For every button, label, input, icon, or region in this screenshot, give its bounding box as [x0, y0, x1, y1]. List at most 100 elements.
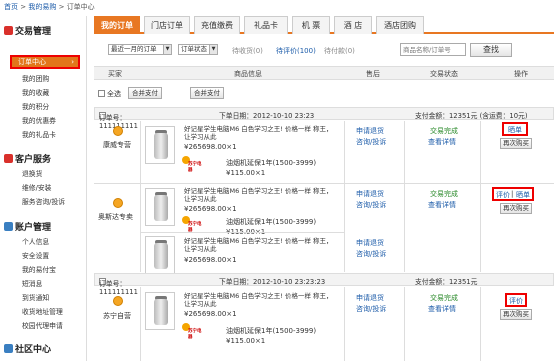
order-date: 下单日期：2012-10-10 23:23:23 — [219, 278, 326, 286]
breadcrumb-current: 订单中心 — [66, 3, 95, 11]
breadcrumb-home-link[interactable]: 首页 — [4, 3, 18, 11]
breadcrumb: 首页 > 我的易购 > 订单中心 — [4, 2, 95, 12]
sidebar-item-wallet[interactable]: 我的易付宝 — [22, 264, 56, 274]
order-header-row: 订单号：111111111 下单日期：2012-10-10 23:23 支付金额… — [94, 107, 554, 130]
service-icon — [4, 154, 13, 163]
gift-price: ¥115.00×1 — [226, 169, 266, 177]
tab-recharge[interactable]: 充值缴费 — [194, 16, 240, 34]
tab-hotels[interactable]: 酒 店 — [334, 16, 372, 34]
section-title: 客户服务 — [15, 155, 52, 165]
brand-logo: 苏宁电器 — [182, 323, 204, 340]
product-title-link[interactable]: 好记星学生电脑M6 白色学习之王! 价格一样 称王，让学习从此 — [184, 187, 339, 203]
sidebar-item-order-center[interactable]: 订单中心 › — [10, 55, 80, 69]
view-details-link[interactable]: 查看详情 — [428, 137, 456, 147]
sidebar-item-complaints[interactable]: 服务咨询/投诉 — [22, 196, 65, 206]
sidebar-item-giftcards[interactable]: 我的礼品卡 — [22, 129, 56, 139]
seller-name[interactable]: 奥斯达专卖 — [98, 212, 133, 222]
tab-hotel-groupbuy[interactable]: 酒店团购 — [376, 16, 424, 34]
apply-return-link[interactable]: 申请退货 — [356, 126, 384, 136]
sidebar-item-points[interactable]: 我的积分 — [22, 101, 49, 111]
product-title-link[interactable]: 好记星学生电脑M6 白色学习之王! 价格一样 称王，让学习从此 — [184, 292, 339, 308]
sidebar-section-account[interactable]: 账户管理 — [4, 220, 51, 233]
complaint-link[interactable]: 咨询/投诉 — [356, 200, 386, 210]
gift-title[interactable]: 油烟机延保1年(1500-3999) — [226, 326, 316, 336]
merge-pay-button[interactable]: 合并支付 — [128, 87, 162, 99]
tab-gift-card[interactable]: 礼品卡 — [244, 16, 288, 34]
merge-pay-button[interactable]: 合并支付 — [190, 87, 224, 99]
time-range-select[interactable]: 最近一月的订单 ▼ — [108, 44, 172, 55]
sidebar-item-groupbuy[interactable]: 我的团购 — [22, 73, 49, 83]
sidebar-item-returns[interactable]: 退换货 — [22, 168, 42, 178]
complaint-link[interactable]: 咨询/投诉 — [356, 304, 386, 314]
product-thumbnail[interactable] — [145, 126, 175, 164]
sidebar-item-address[interactable]: 收货地址管理 — [22, 306, 63, 316]
account-icon — [4, 222, 13, 231]
sidebar-item-label: 订单中心 — [18, 58, 46, 66]
view-details-link[interactable]: 查看详情 — [428, 200, 456, 210]
product-thumbnail[interactable] — [145, 188, 175, 226]
breadcrumb-my-link[interactable]: 我的易购 — [28, 3, 56, 11]
product-thumbnail[interactable] — [145, 236, 175, 274]
apply-return-link[interactable]: 申请退货 — [356, 293, 384, 303]
sidebar-section-transaction[interactable]: 交易管理 — [4, 24, 51, 37]
seller-name[interactable]: 苏宁自营 — [103, 311, 131, 321]
seller-name[interactable]: 康威专营 — [103, 140, 131, 150]
apply-return-link[interactable]: 申请退货 — [356, 238, 384, 248]
order-number: 订单号：111111111 — [99, 280, 138, 296]
search-button[interactable]: 查找 — [470, 43, 512, 57]
order-amount: 支付金额：12351元 — [415, 278, 478, 286]
sidebar-section-community[interactable]: 社区中心 — [4, 342, 51, 355]
review-link[interactable]: 评价 — [496, 190, 510, 200]
gift-title[interactable]: 油烟机延保1年(1500-3999) — [226, 158, 316, 168]
sidebar-item-arrival-notice[interactable]: 到货通知 — [22, 292, 49, 302]
order-date: 下单日期：2012-10-10 23:23 — [219, 112, 315, 120]
order-amount: 支付金额：12351元 (含运费：10元) — [415, 112, 528, 120]
sidebar-item-messages[interactable]: 短消息 — [22, 278, 42, 288]
order-status: 交易完成 — [430, 127, 458, 135]
complaint-link[interactable]: 咨询/投诉 — [356, 137, 386, 147]
sidebar-item-repair[interactable]: 维修/安装 — [22, 182, 51, 192]
buy-again-button[interactable]: 再次购买 — [500, 309, 532, 320]
product-thumbnail[interactable] — [145, 292, 175, 330]
table-header: 买家 商品信息 售后 交易状态 操作 — [94, 66, 554, 80]
tab-bar: 我的订单 门店订单 充值缴费 礼品卡 机 票 酒 店 酒店团购 — [94, 16, 554, 34]
filter-pending-review[interactable]: 待评价(100) — [276, 46, 316, 56]
select-all-checkbox[interactable]: 全选 — [98, 89, 121, 99]
product-price: ¥265698.00×1 — [184, 143, 237, 151]
product-title-link[interactable]: 好记星学生电脑M6 白色学习之王! 价格一样 称王，让学习从此 — [184, 237, 339, 253]
buy-again-button[interactable]: 再次购买 — [500, 138, 532, 149]
product-title-link[interactable]: 好记星学生电脑M6 白色学习之王! 价格一样 称王，让学习从此 — [184, 125, 339, 141]
tab-my-orders[interactable]: 我的订单 — [94, 16, 140, 34]
column-header: 交易状态 — [430, 70, 458, 78]
gift-title[interactable]: 油烟机延保1年(1500-3999) — [226, 217, 316, 227]
product-price: ¥265698.00×1 — [184, 256, 237, 264]
sidebar-item-coupons[interactable]: 我的优惠券 — [22, 115, 56, 125]
chevron-right-icon: › — [71, 58, 74, 66]
gift-price: ¥115.00×1 — [226, 337, 266, 345]
breadcrumb-separator: > — [58, 3, 65, 11]
sidebar-section-service[interactable]: 客户服务 — [4, 152, 51, 165]
checkbox[interactable] — [98, 90, 105, 97]
sidebar-item-security[interactable]: 安全设置 — [22, 250, 49, 260]
share-order-link[interactable]: 晒单 — [508, 125, 522, 135]
sidebar: 交易管理 订单中心 › 我的团购 我的收藏 我的积分 我的优惠券 我的礼品卡 客户… — [0, 16, 87, 361]
search-input[interactable] — [400, 43, 466, 56]
filter-pending-receipt[interactable]: 待收货(0) — [232, 46, 263, 56]
action-separator: | — [511, 190, 514, 198]
sidebar-item-campus-agent[interactable]: 校园代理申请 — [22, 320, 63, 330]
review-link[interactable]: 评价 — [509, 296, 523, 306]
view-details-link[interactable]: 查看详情 — [428, 304, 456, 314]
seller-avatar-icon — [113, 296, 123, 306]
section-title: 账户管理 — [15, 223, 52, 233]
buy-again-button[interactable]: 再次购买 — [500, 203, 532, 214]
tab-flights[interactable]: 机 票 — [292, 16, 330, 34]
share-order-link[interactable]: 晒单 — [516, 190, 530, 200]
order-status-select[interactable]: 订单状态 ▼ — [178, 44, 218, 55]
filter-pending-payment[interactable]: 待付款(0) — [324, 46, 355, 56]
complaint-link[interactable]: 咨询/投诉 — [356, 249, 386, 259]
sidebar-item-profile[interactable]: 个人信息 — [22, 236, 49, 246]
tab-store-orders[interactable]: 门店订单 — [144, 16, 190, 34]
apply-return-link[interactable]: 申请退货 — [356, 189, 384, 199]
breadcrumb-separator: > — [20, 3, 27, 11]
sidebar-item-favorites[interactable]: 我的收藏 — [22, 87, 49, 97]
